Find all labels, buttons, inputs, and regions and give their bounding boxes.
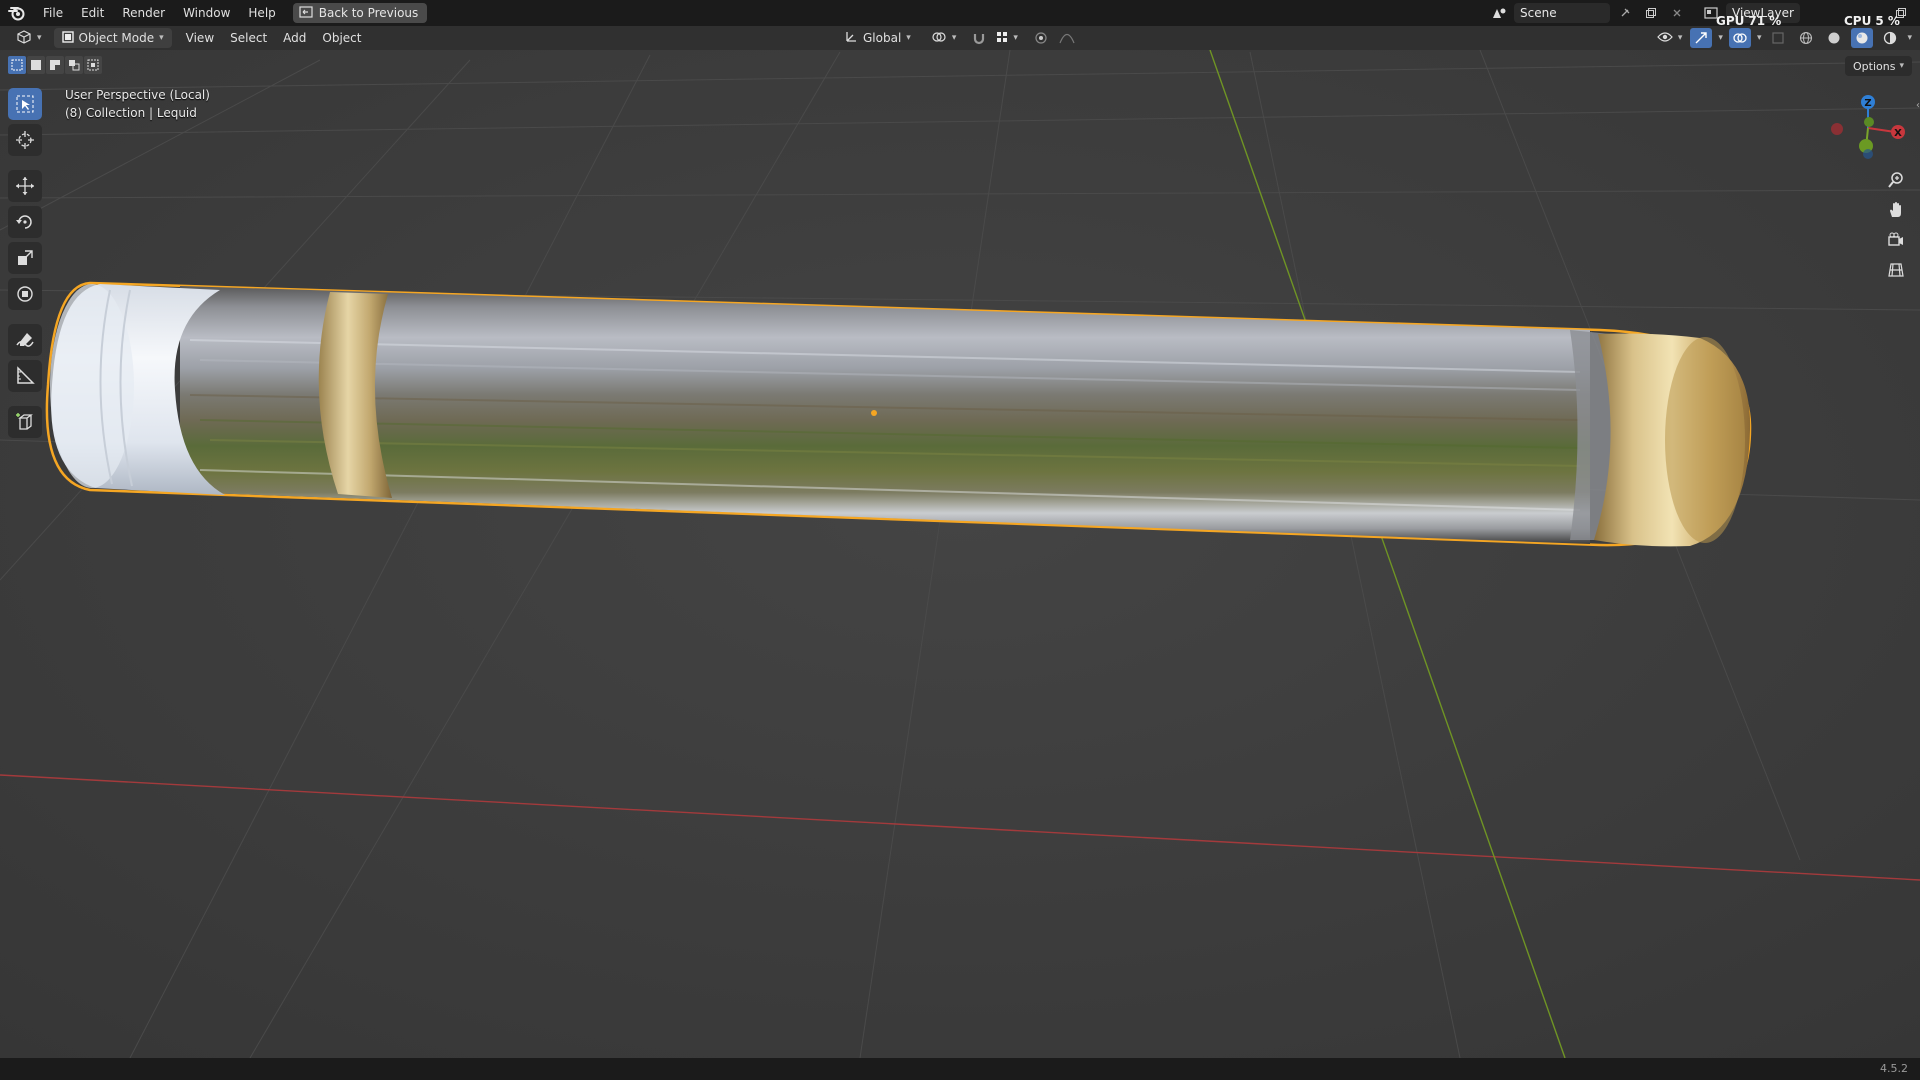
back-to-previous-button[interactable]: Back to Previous bbox=[292, 3, 428, 23]
header-menu-view[interactable]: View bbox=[178, 28, 222, 48]
orientation-dropdown[interactable]: Global ▾ bbox=[836, 28, 919, 48]
scene-type-icon[interactable] bbox=[1488, 3, 1510, 23]
material-preview-shading-icon[interactable] bbox=[1851, 28, 1874, 48]
chevron-down-icon: ▾ bbox=[1013, 33, 1018, 43]
snap-target-dropdown[interactable]: ▾ bbox=[994, 28, 1020, 48]
menu-window[interactable]: Window bbox=[174, 0, 239, 26]
top-bar: File Edit Render Window Help Back to Pre… bbox=[0, 0, 1920, 28]
visibility-dropdown[interactable]: ▾ bbox=[1655, 28, 1685, 48]
gizmo-neg-z-handle[interactable] bbox=[1863, 149, 1873, 159]
select-invert-icon[interactable] bbox=[65, 56, 83, 74]
blender-logo-icon[interactable] bbox=[0, 0, 34, 26]
chevron-down-icon[interactable]: ▾ bbox=[1718, 33, 1723, 43]
chevron-down-icon[interactable]: ▾ bbox=[1907, 33, 1912, 43]
viewport-scene bbox=[0, 50, 1920, 1058]
viewport-header: ▾ Object Mode ▾ View Select Add Object G… bbox=[0, 26, 1920, 50]
editor-type-button[interactable]: ▾ bbox=[8, 28, 50, 48]
pivot-point-dropdown[interactable]: ▾ bbox=[923, 28, 965, 48]
pivot-icon bbox=[931, 30, 947, 47]
menu-help[interactable]: Help bbox=[239, 0, 284, 26]
gizmo-toggle-icon[interactable] bbox=[1690, 28, 1713, 48]
collection-label: (8) Collection | Lequid bbox=[65, 106, 197, 120]
back-icon bbox=[299, 5, 313, 21]
sidebar-toggle-icon[interactable]: ‹ bbox=[1916, 100, 1920, 111]
perspective-toggle-icon[interactable] bbox=[1880, 256, 1912, 284]
snap-toggle-icon[interactable] bbox=[968, 28, 990, 48]
chevron-down-icon: ▾ bbox=[159, 33, 164, 43]
orientation-icon bbox=[844, 30, 858, 47]
3d-viewport[interactable]: User Perspective (Local) (8) Collection … bbox=[0, 50, 1920, 1058]
select-extend-icon[interactable] bbox=[27, 56, 45, 74]
header-menu-select[interactable]: Select bbox=[222, 28, 275, 48]
rotate-tool[interactable] bbox=[8, 206, 42, 238]
pan-hand-icon[interactable] bbox=[1880, 196, 1912, 224]
mode-label: Object Mode bbox=[78, 31, 155, 45]
mode-dropdown[interactable]: Object Mode ▾ bbox=[53, 28, 172, 48]
chevron-down-icon: ▾ bbox=[906, 33, 911, 43]
overlays-toggle-icon[interactable] bbox=[1728, 28, 1751, 48]
select-intersect-icon[interactable] bbox=[84, 56, 102, 74]
view-layer-field-area: ViewLayer GPU 71 % bbox=[1716, 0, 1846, 28]
xray-toggle-icon[interactable] bbox=[1767, 28, 1789, 48]
chevron-down-icon: ▾ bbox=[37, 33, 42, 43]
options-label: Options bbox=[1853, 59, 1896, 73]
zoom-icon[interactable] bbox=[1880, 166, 1912, 194]
gizmo-neg-y-handle[interactable] bbox=[1864, 117, 1874, 127]
scene-field[interactable]: Scene bbox=[1514, 3, 1610, 23]
gizmo-neg-x-handle[interactable] bbox=[1831, 123, 1843, 135]
add-cube-tool[interactable] bbox=[8, 406, 42, 438]
tool-shelf bbox=[8, 88, 42, 438]
rendered-shading-icon[interactable] bbox=[1879, 28, 1901, 48]
navigation-gizmo[interactable]: Z X bbox=[1820, 92, 1910, 164]
back-to-previous-label: Back to Previous bbox=[318, 6, 419, 20]
chevron-down-icon: ▾ bbox=[1899, 61, 1904, 71]
move-tool[interactable] bbox=[8, 170, 42, 202]
gizmo-x-label: X bbox=[1894, 128, 1902, 139]
annotate-tool[interactable] bbox=[8, 324, 42, 356]
cpu-readout-area: CPU 5 % bbox=[1844, 0, 1920, 28]
header-menu-add[interactable]: Add bbox=[275, 28, 314, 48]
scale-tool[interactable] bbox=[8, 242, 42, 274]
select-subtract-icon[interactable] bbox=[46, 56, 64, 74]
cursor-tool[interactable] bbox=[8, 124, 42, 156]
transform-controls: Global ▾ ▾ ▾ bbox=[836, 28, 1078, 48]
options-button[interactable]: Options ▾ bbox=[1845, 56, 1912, 76]
orientation-label: Global bbox=[863, 31, 902, 45]
select-new-icon[interactable] bbox=[8, 56, 26, 74]
delete-scene-icon[interactable] bbox=[1666, 3, 1688, 23]
top-right-area: Scene ViewLayer GPU 71 % CPU 5 % bbox=[1488, 0, 1920, 28]
gizmo-z-label: Z bbox=[1864, 98, 1871, 109]
header-menu-object[interactable]: Object bbox=[314, 28, 369, 48]
select-box-tool[interactable] bbox=[8, 88, 42, 120]
transform-tool[interactable] bbox=[8, 278, 42, 310]
proportional-editing-icon[interactable] bbox=[1030, 28, 1052, 48]
measure-tool[interactable] bbox=[8, 360, 42, 392]
menu-render[interactable]: Render bbox=[113, 0, 174, 26]
chevron-down-icon: ▾ bbox=[951, 33, 957, 43]
scene-name: Scene bbox=[1520, 6, 1557, 20]
viewport-info: User Perspective (Local) (8) Collection … bbox=[65, 86, 210, 122]
eye-icon bbox=[1657, 31, 1673, 46]
chevron-down-icon[interactable]: ▾ bbox=[1757, 33, 1762, 43]
solid-shading-icon[interactable] bbox=[1823, 28, 1845, 48]
version-label: 4.5.2 bbox=[1880, 1062, 1908, 1075]
status-bar: 4.5.2 bbox=[0, 1058, 1920, 1080]
editor-type-icon bbox=[16, 29, 32, 47]
new-scene-icon[interactable] bbox=[1640, 3, 1662, 23]
selection-mode-group bbox=[8, 56, 102, 74]
chevron-down-icon: ▾ bbox=[1677, 33, 1683, 43]
menu-edit[interactable]: Edit bbox=[72, 0, 113, 26]
perspective-label: User Perspective (Local) bbox=[65, 88, 210, 102]
menu-file[interactable]: File bbox=[34, 0, 72, 26]
object-mode-icon bbox=[61, 30, 74, 46]
snap-grid-icon bbox=[996, 31, 1008, 46]
pin-scene-icon[interactable] bbox=[1614, 3, 1636, 23]
viewport-shading-controls: ▾ ▾ ▾ ▾ bbox=[1655, 28, 1912, 48]
falloff-icon[interactable] bbox=[1056, 28, 1078, 48]
camera-view-icon[interactable] bbox=[1880, 226, 1912, 254]
wireframe-shading-icon[interactable] bbox=[1795, 28, 1817, 48]
